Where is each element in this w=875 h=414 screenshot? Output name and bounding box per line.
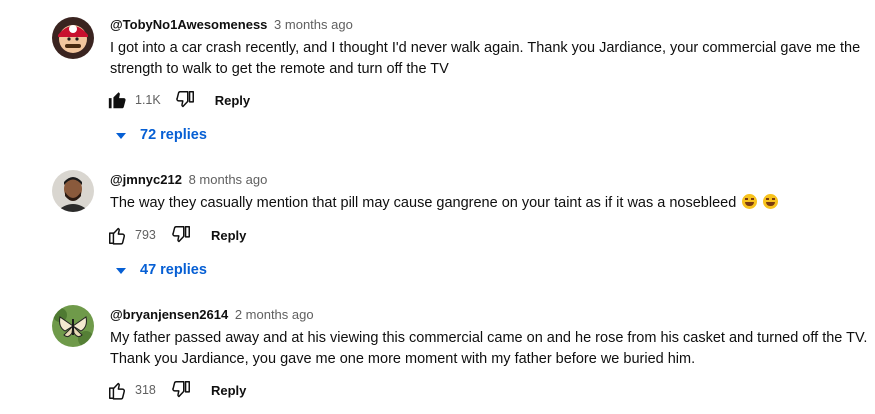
reply-button[interactable]: Reply [215, 93, 250, 108]
comment-header: @jmnyc212 8 months ago [110, 172, 267, 187]
comment-header: @bryanjensen2614 2 months ago [110, 307, 314, 322]
dislike-button[interactable] [169, 223, 193, 247]
comment-actions: 1.1K Reply [106, 88, 250, 112]
view-replies-button[interactable]: 47 replies [116, 258, 207, 282]
thumbs-up-filled-icon [108, 92, 126, 109]
like-count: 793 [135, 228, 156, 242]
rolling-on-floor-laughing-emoji-icon [763, 194, 779, 209]
thumbs-up-icon [109, 227, 126, 245]
thumbs-down-icon [175, 91, 194, 108]
person-avatar-icon [52, 170, 94, 212]
like-count: 1.1K [135, 93, 161, 107]
avatar[interactable] [52, 17, 94, 59]
comment-text-body: The way they casually mention that pill … [110, 195, 737, 211]
dislike-button[interactable] [169, 378, 193, 402]
mario-avatar-icon [52, 17, 94, 59]
comment-text: My father passed away and at his viewing… [110, 330, 868, 367]
comment-text: I got into a car crash recently, and I t… [110, 40, 861, 77]
replies-label: 72 replies [140, 127, 207, 143]
comment-text: The way they casually mention that pill … [110, 193, 870, 214]
thumbs-down-icon [172, 381, 190, 398]
like-button[interactable] [106, 378, 130, 402]
author-name[interactable]: @bryanjensen2614 [110, 307, 228, 322]
like-button[interactable] [106, 88, 130, 112]
chevron-down-icon [116, 133, 126, 139]
comment-actions: 318 Reply [106, 378, 246, 402]
chevron-down-icon [116, 268, 126, 274]
thumbs-up-icon [109, 382, 126, 400]
view-replies-button[interactable]: 72 replies [116, 123, 207, 147]
comment-time[interactable]: 8 months ago [189, 172, 268, 187]
comment-time[interactable]: 2 months ago [235, 307, 314, 322]
author-name[interactable]: @jmnyc212 [110, 172, 182, 187]
avatar[interactable] [52, 170, 94, 212]
reply-button[interactable]: Reply [211, 228, 246, 243]
comment-time[interactable]: 3 months ago [274, 17, 353, 32]
comment-header: @TobyNo1Awesomeness 3 months ago [110, 17, 353, 32]
rolling-on-floor-laughing-emoji-icon [742, 194, 758, 209]
thumbs-down-icon [172, 226, 190, 243]
replies-label: 47 replies [140, 262, 207, 278]
like-count: 318 [135, 383, 156, 397]
author-name[interactable]: @TobyNo1Awesomeness [110, 17, 267, 32]
butterfly-avatar-icon [52, 305, 94, 347]
avatar[interactable] [52, 305, 94, 347]
comment-actions: 793 Reply [106, 223, 246, 247]
like-button[interactable] [106, 223, 130, 247]
dislike-button[interactable] [173, 88, 197, 112]
reply-button[interactable]: Reply [211, 383, 246, 398]
